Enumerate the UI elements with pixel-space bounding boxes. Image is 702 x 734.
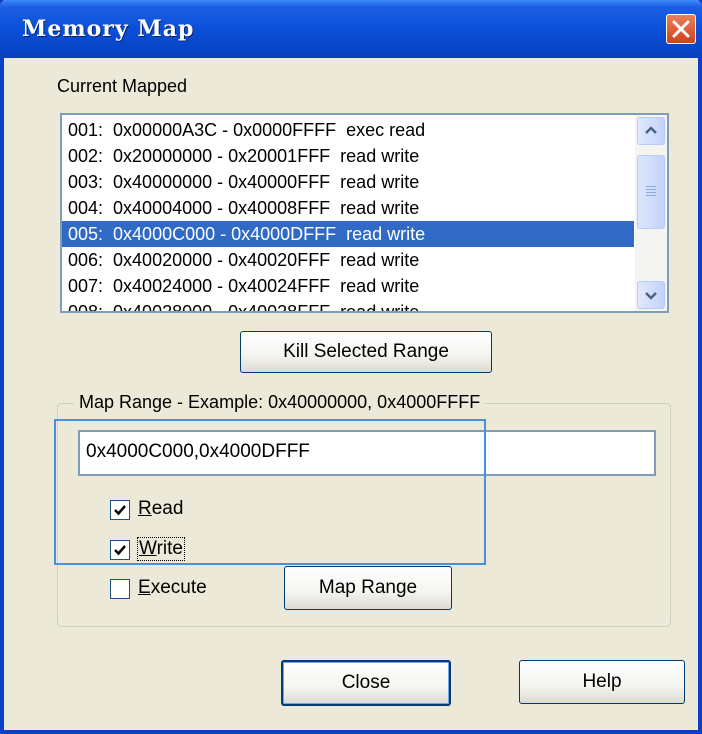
chevron-down-icon (645, 292, 657, 300)
list-item[interactable]: 007: 0x40024000 - 0x40024FFF read write (62, 273, 634, 299)
checkmark-icon (114, 545, 126, 556)
execute-label[interactable]: Execute (138, 577, 207, 599)
scroll-up-button[interactable] (637, 117, 665, 145)
close-button-label: Close (341, 672, 391, 693)
list-item[interactable]: 008: 0x40028000 - 0x40028FFF read write (62, 299, 634, 311)
scroll-thumb[interactable] (637, 155, 665, 229)
vertical-scrollbar[interactable] (635, 115, 667, 311)
kill-selected-range-button[interactable]: Kill Selected Range (240, 331, 492, 373)
list-item-selected[interactable]: 005: 0x4000C000 - 0x4000DFFF read write (62, 221, 634, 247)
list-item[interactable]: 006: 0x40020000 - 0x40020FFF read write (62, 247, 634, 273)
checkmark-icon (114, 505, 126, 516)
map-range-button-label: Map Range (318, 577, 418, 598)
map-range-input[interactable]: 0x4000C000,0x4000DFFF (78, 430, 656, 476)
map-range-legend: Map Range - Example: 0x40000000, 0x4000F… (74, 392, 486, 413)
close-button[interactable]: Close (281, 660, 451, 706)
scroll-down-button[interactable] (637, 281, 665, 309)
execute-checkbox[interactable] (110, 579, 130, 599)
window-close-button[interactable] (666, 14, 696, 44)
help-button-label: Help (582, 671, 622, 692)
close-x-icon (672, 20, 690, 38)
help-button[interactable]: Help (519, 660, 685, 704)
write-checkbox[interactable] (110, 540, 130, 560)
chevron-up-icon (645, 126, 657, 134)
list-item[interactable]: 002: 0x20000000 - 0x20001FFF read write (62, 143, 634, 169)
mapped-ranges-listbox[interactable]: 001: 0x00000A3C - 0x0000FFFF exec read 0… (60, 113, 669, 313)
kill-selected-range-label: Kill Selected Range (283, 341, 449, 362)
read-label[interactable]: Read (138, 498, 183, 520)
map-range-button[interactable]: Map Range (284, 566, 452, 610)
list-item[interactable]: 001: 0x00000A3C - 0x0000FFFF exec read (62, 117, 634, 143)
list-item[interactable]: 003: 0x40000000 - 0x40000FFF read write (62, 169, 634, 195)
window-title: Memory Map (22, 16, 195, 42)
current-mapped-label: Current Mapped (57, 76, 188, 96)
read-checkbox[interactable] (110, 500, 130, 520)
write-label[interactable]: Write (137, 537, 185, 561)
memory-map-dialog: Memory Map Current Mapped 001: 0x00000A3… (0, 0, 702, 734)
list-item[interactable]: 004: 0x40004000 - 0x40008FFF read write (62, 195, 634, 221)
title-bar[interactable]: Memory Map (0, 0, 702, 58)
